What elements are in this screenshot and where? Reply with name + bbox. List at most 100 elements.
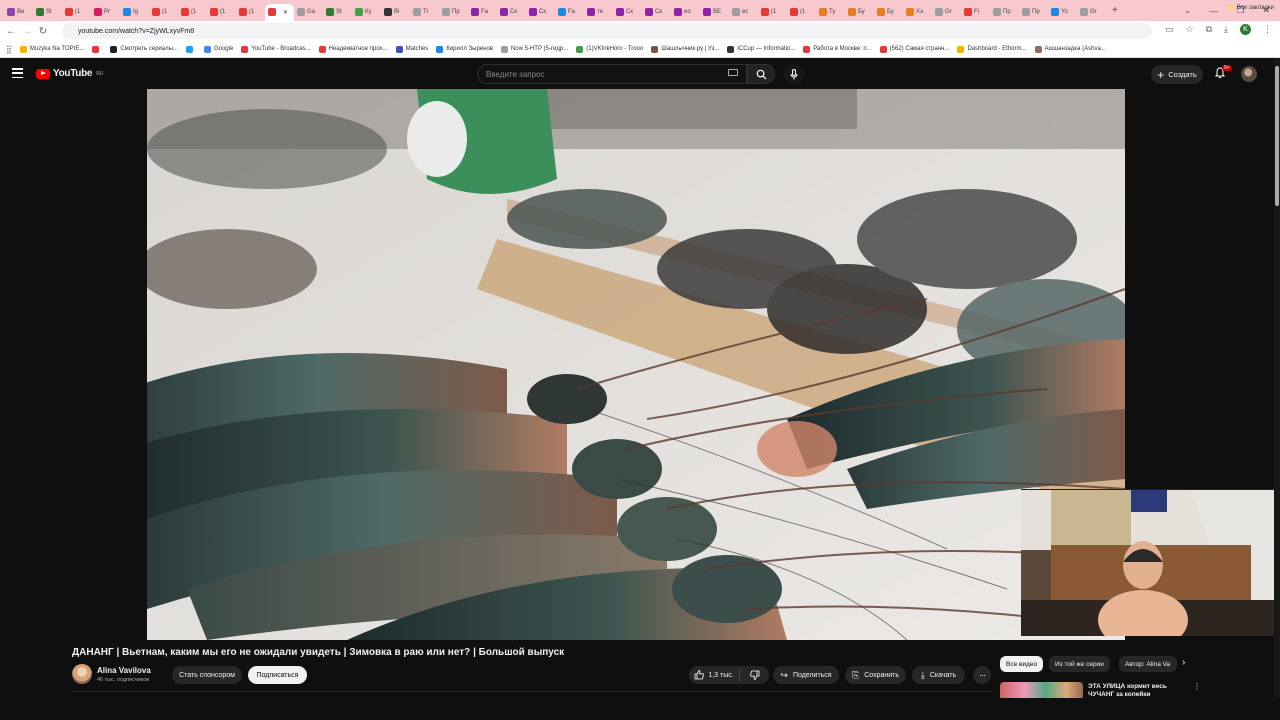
search-button[interactable] [747, 64, 775, 84]
back-icon[interactable]: ← [3, 26, 19, 37]
all-bookmarks[interactable]: 📁 Все закладки [1228, 4, 1274, 11]
extensions-icon[interactable]: ⧉ [1206, 24, 1212, 35]
download-button[interactable]: ⤓ Скачать [912, 666, 965, 684]
search-input[interactable]: Введите запрос [477, 64, 747, 84]
browser-tab[interactable]: ✕ [265, 3, 294, 21]
channel-name[interactable]: Alina Vavilova [97, 666, 151, 675]
browser-tab[interactable]: Пр [1019, 4, 1048, 21]
browser-tab[interactable]: Fa [468, 4, 497, 21]
minimize-icon[interactable]: — [1209, 6, 1218, 16]
browser-tab[interactable]: Gr [932, 4, 961, 21]
hamburger-menu-icon[interactable] [12, 68, 23, 78]
notification-badge: 9+ [1222, 65, 1232, 71]
bookmark-item[interactable]: Кирилл Зыренов [436, 45, 493, 53]
browser-tab[interactable]: Бу [874, 4, 903, 21]
share-button[interactable]: ↪ Поделиться [773, 666, 839, 684]
browser-tab[interactable]: (1 [236, 4, 265, 21]
browser-tab[interactable]: (1 [149, 4, 178, 21]
join-sponsor-button[interactable]: Стать спонсором [172, 666, 242, 684]
new-tab-icon[interactable]: + [1112, 5, 1118, 16]
bookmark-item[interactable]: (1)VKInkHoro - Trooo [576, 45, 643, 53]
scrollbar-thumb[interactable] [1275, 66, 1279, 206]
chip-all-videos[interactable]: Все видео [1000, 656, 1044, 672]
browser-tab[interactable]: (1 [62, 4, 91, 21]
bookmark-item[interactable]: ICCup — Informatio... [727, 45, 795, 53]
browser-tab[interactable]: ВЕ [700, 4, 729, 21]
browser-tab[interactable]: те [584, 4, 613, 21]
bookmark-item[interactable]: YouTube - Broadcas... [241, 45, 311, 53]
voice-search-button[interactable] [784, 64, 804, 84]
like-button[interactable]: 1,3 тыс. [689, 669, 740, 681]
browser-tab[interactable]: Yo [1048, 4, 1077, 21]
chip-author[interactable]: Автор: Alina Va [1119, 656, 1177, 672]
create-button[interactable]: + Создать [1151, 65, 1203, 84]
browser-tab[interactable]: Fa [555, 4, 584, 21]
bookmark-item[interactable]: Google [203, 45, 233, 53]
video-player[interactable] [147, 89, 1125, 640]
browser-tab[interactable]: Пр [990, 4, 1019, 21]
browser-tab[interactable]: (1 [787, 4, 816, 21]
browser-tab[interactable]: Ig [120, 4, 149, 21]
browser-tab[interactable]: Fi [961, 4, 990, 21]
bookmark-star-icon[interactable]: ☆ [1186, 24, 1194, 35]
browser-tab[interactable]: Ту [816, 4, 845, 21]
subscribe-button[interactable]: Подписаться [248, 666, 307, 684]
dislike-button[interactable] [740, 670, 769, 680]
tab-search-icon[interactable]: ⌄ [1184, 5, 1192, 16]
browser-tab[interactable]: Ск [497, 4, 526, 21]
account-avatar[interactable] [1241, 66, 1257, 82]
browser-tab[interactable]: Ga [294, 4, 323, 21]
recommendation-thumbnail[interactable] [1000, 682, 1083, 698]
address-bar[interactable]: youtube.com/watch?v=ZjyWLxyvFm8 [62, 23, 1152, 39]
browser-tab[interactable]: Ве [4, 4, 33, 21]
save-button[interactable]: ⎘ Сохранить [845, 666, 906, 684]
apps-icon[interactable]: ⣿ [6, 45, 12, 54]
bookmark-item[interactable] [185, 45, 196, 53]
downloads-icon[interactable]: ⤓ [1224, 24, 1228, 35]
browser-tab[interactable]: Pr [91, 4, 120, 21]
bookmark-item[interactable]: Matches [395, 45, 428, 53]
browser-tab[interactable]: Ск [526, 4, 555, 21]
bookmark-item[interactable] [92, 45, 102, 53]
browser-tab[interactable]: (1 [758, 4, 787, 21]
browser-tab[interactable]: ec [729, 4, 758, 21]
channel-avatar[interactable] [72, 664, 92, 684]
browser-tab[interactable]: (1 [207, 4, 236, 21]
bookmark-item[interactable]: Dashboard - Ethorm... [957, 45, 1027, 53]
recommendation-menu-icon[interactable]: ⋮ [1193, 682, 1201, 691]
browser-tab[interactable]: Пр [439, 4, 468, 21]
bookmark-item[interactable]: (562) Самая странн... [879, 45, 949, 53]
reload-icon[interactable]: ↻ [35, 26, 51, 37]
bookmark-item[interactable]: Ашшанзадка (Ashva... [1034, 45, 1106, 53]
browser-tab[interactable]: Ск [642, 4, 671, 21]
browser-actions: ▭ ☆ ⧉ ⤓ K ⋮ [1165, 24, 1272, 35]
bookmark-item[interactable]: Неадекватное прох... [318, 45, 388, 53]
browser-tab[interactable]: Хэ [903, 4, 932, 21]
browser-tab[interactable]: (1 [178, 4, 207, 21]
browser-tab[interactable]: St [323, 4, 352, 21]
browser-tab[interactable]: St [33, 4, 62, 21]
browser-tab[interactable]: Bi [381, 4, 410, 21]
bookmark-item[interactable]: Смотреть сериалы... [110, 45, 178, 53]
browser-tab[interactable]: Бу [845, 4, 874, 21]
browser-tab[interactable]: Gr [1077, 4, 1106, 21]
chevron-right-icon[interactable]: › [1182, 657, 1185, 668]
cast-icon[interactable]: ▭ [1165, 24, 1174, 35]
browser-menu-icon[interactable]: ⋮ [1263, 24, 1272, 35]
bookmark-item[interactable]: Now 5-HTP (5-гидр... [500, 45, 568, 53]
chip-same-series[interactable]: Из той же серии [1049, 656, 1110, 672]
bookmark-item[interactable]: Шашлычник.ру | Уз... [651, 45, 719, 53]
browser-tab[interactable]: Ку [352, 4, 381, 21]
more-actions-button[interactable]: ··· [973, 666, 991, 684]
profile-avatar[interactable]: K [1240, 24, 1251, 35]
recommendation-title[interactable]: ЭТА УЛИЦА кормит весь ЧУЧАНГ за копейки [1088, 683, 1183, 699]
browser-tab[interactable]: Ск [613, 4, 642, 21]
youtube-logo[interactable]: YouTube RU [36, 68, 103, 79]
browser-tab[interactable]: Tr [410, 4, 439, 21]
tab-close-icon[interactable]: ✕ [283, 9, 288, 16]
browser-tab[interactable]: ео [671, 4, 700, 21]
bookmark-item[interactable]: Работа в Москве: п... [803, 45, 872, 53]
bookmark-item[interactable]: Muzyka Na TOPIE... [19, 45, 84, 53]
keyboard-icon[interactable] [728, 69, 738, 76]
forward-icon[interactable]: → [19, 26, 35, 37]
